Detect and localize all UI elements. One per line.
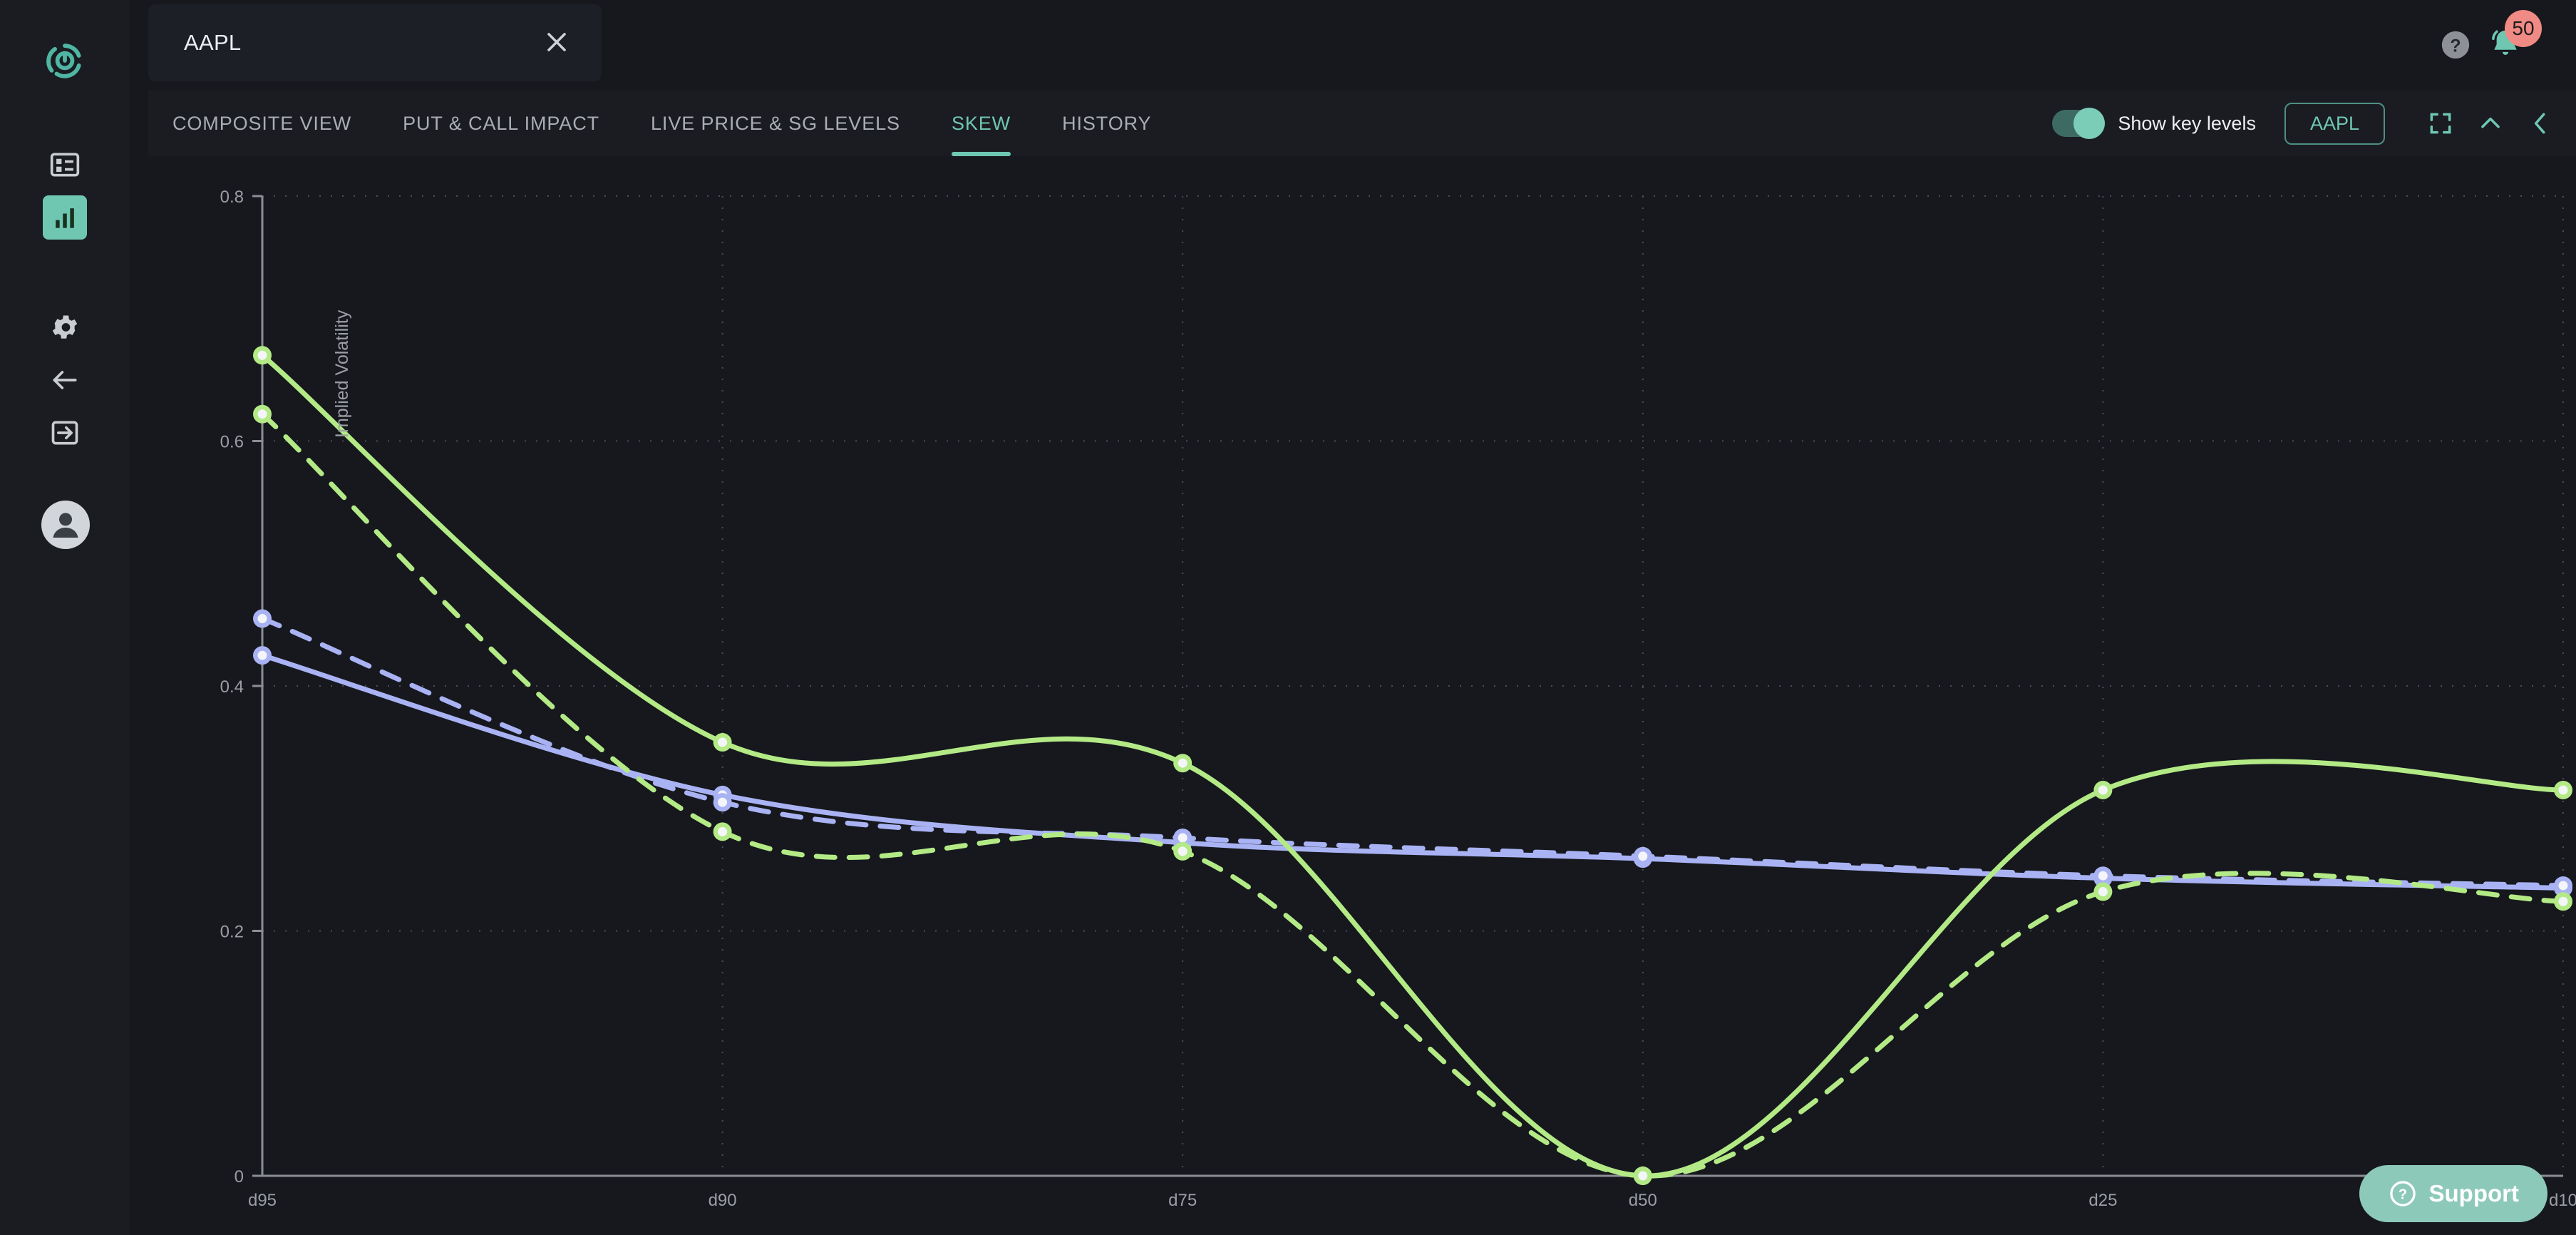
avatar[interactable]: [41, 501, 90, 549]
svg-text:d10: d10: [2549, 1191, 2576, 1210]
app-root: AAPL ? 50 COMPOSITE VIEW PUT & CALL IMPA…: [0, 0, 2576, 1235]
svg-text:d50: d50: [1629, 1191, 1657, 1210]
top-bar: AAPL ? 50: [130, 0, 2576, 91]
tab-skew[interactable]: SKEW: [951, 91, 1011, 156]
sidebar-item-logout[interactable]: [43, 411, 87, 455]
search-value: AAPL: [184, 30, 242, 55]
logout-icon: [51, 421, 78, 445]
left-sidebar: [0, 0, 130, 1235]
sidebar-item-charts[interactable]: [43, 195, 87, 240]
user-avatar-icon: [53, 513, 78, 538]
svg-text:d95: d95: [248, 1191, 277, 1210]
arrow-left-icon: [53, 371, 77, 389]
tab-bar: COMPOSITE VIEW PUT & CALL IMPACT LIVE PR…: [148, 91, 2576, 156]
chevron-up-icon[interactable]: [2471, 103, 2510, 143]
svg-text:0: 0: [235, 1167, 244, 1187]
avatar-container: [0, 501, 130, 1235]
sidebar-nav: [43, 143, 87, 463]
sidebar-item-dashboard[interactable]: [43, 143, 87, 187]
toggle-knob: [2073, 108, 2106, 139]
svg-text:0.6: 0.6: [220, 433, 244, 452]
notification-badge: 50: [2505, 10, 2542, 47]
gear-icon: [52, 315, 78, 339]
svg-text:0.2: 0.2: [220, 923, 244, 942]
help-circle-icon[interactable]: ?: [2439, 29, 2472, 61]
support-label: Support: [2428, 1180, 2519, 1206]
svg-text:d75: d75: [1168, 1191, 1197, 1210]
tab-live-price-sg-levels[interactable]: LIVE PRICE & SG LEVELS: [651, 91, 900, 156]
close-icon[interactable]: [543, 29, 570, 56]
spiral-logo-icon[interactable]: [38, 34, 91, 87]
chevron-left-icon[interactable]: [2520, 103, 2560, 143]
search-input[interactable]: AAPL: [148, 4, 602, 81]
svg-text:d90: d90: [709, 1191, 737, 1210]
svg-text:0.4: 0.4: [220, 677, 244, 697]
question-circle-icon: ?: [2389, 1181, 2416, 1206]
tab-history[interactable]: HISTORY: [1062, 91, 1151, 156]
sidebar-item-settings[interactable]: [43, 305, 87, 349]
tab-composite-view[interactable]: COMPOSITE VIEW: [172, 91, 351, 156]
symbol-chip[interactable]: AAPL: [2284, 102, 2385, 145]
chart-canvas: 0 0.2 0.4 0.6 0.8 d95 d90 d75 d50 d25 d10: [220, 188, 2576, 1210]
bar-chart-icon: [56, 208, 74, 228]
collapse-icon[interactable]: [2421, 103, 2461, 143]
tab-put-call-impact[interactable]: PUT & CALL IMPACT: [403, 91, 599, 156]
svg-text:?: ?: [2398, 1187, 2406, 1203]
support-button[interactable]: ? Support: [2359, 1165, 2547, 1222]
show-key-levels-label: Show key levels: [2118, 112, 2256, 134]
dashboard-list-icon: [50, 153, 80, 177]
skew-chart: 0 0.2 0.4 0.6 0.8 d95 d90 d75 d50 d25 d10 Implied …: [148, 156, 2576, 1235]
show-key-levels-toggle[interactable]: [2052, 108, 2106, 139]
tab-bar-controls: Show key levels AAPL: [2052, 91, 2560, 156]
chart-y-axis-label: Implied Volatility: [332, 309, 352, 438]
notifications-button[interactable]: 50: [2483, 10, 2542, 73]
svg-text:0.8: 0.8: [220, 188, 244, 207]
sidebar-item-back[interactable]: [43, 358, 87, 402]
svg-text:?: ?: [2450, 36, 2461, 56]
svg-text:d25: d25: [2088, 1191, 2117, 1210]
